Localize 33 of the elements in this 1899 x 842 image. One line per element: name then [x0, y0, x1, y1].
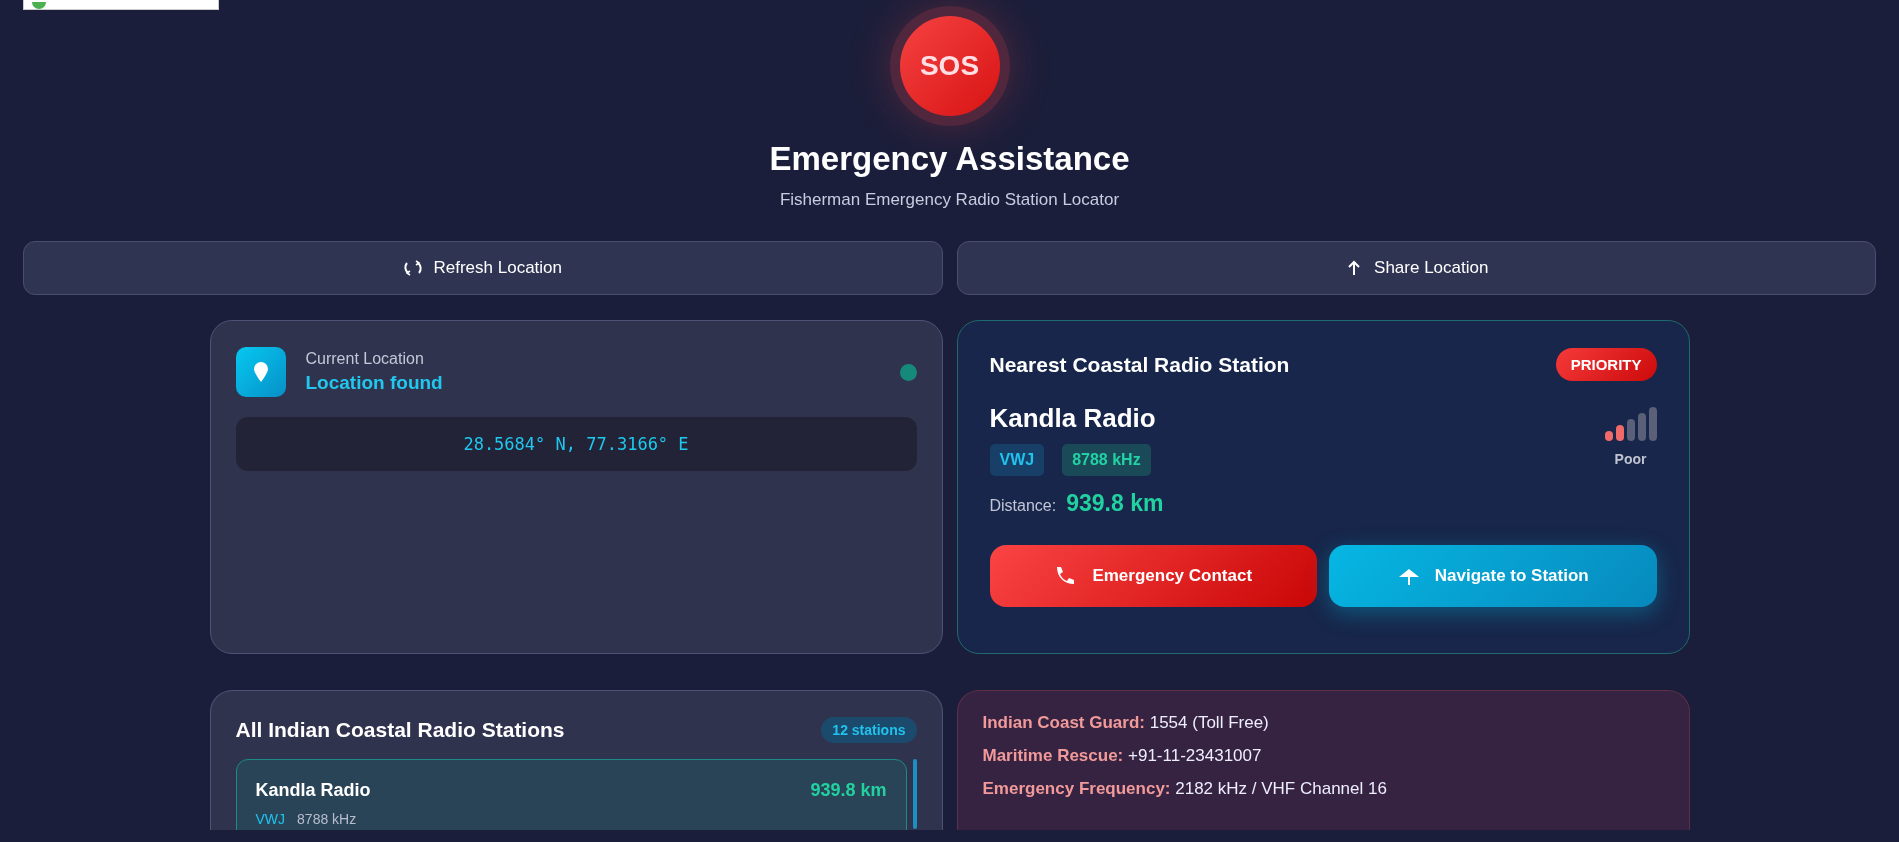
sos-button[interactable]: SOS — [899, 16, 1000, 116]
refresh-location-button[interactable]: Refresh Location — [23, 241, 943, 295]
page-title: Emergency Assistance — [769, 140, 1130, 178]
logo-icon — [32, 2, 46, 9]
station-frequency: 8788 kHz — [297, 811, 357, 827]
location-label: Current Location — [305, 350, 425, 368]
share-location-button[interactable]: Share Location — [956, 241, 1876, 295]
station-name: Kandla Radio — [989, 403, 1157, 434]
location-status: Location found — [305, 372, 444, 394]
refresh-icon — [403, 258, 424, 278]
station-count-badge: 12 stations — [821, 717, 917, 743]
station-item[interactable]: Kandla Radio 939.8 km VWJ 8788 kHz — [235, 759, 907, 830]
contact-line: Indian Coast Guard: 1554 (Toll Free) — [982, 713, 1270, 733]
status-dot — [899, 363, 917, 381]
frequency-tag: 8788 kHz — [1062, 444, 1151, 476]
location-pin-icon — [235, 347, 286, 397]
priority-badge: PRIORITY — [1555, 348, 1657, 381]
coordinates-text: 28.5684° N, 77.3166° E — [463, 434, 689, 454]
stations-title: All Indian Coastal Radio Stations — [235, 718, 565, 742]
emergency-contact-button[interactable]: Emergency Contact — [989, 545, 1317, 607]
signal-bars-icon — [1604, 407, 1657, 441]
signal-label: Poor — [1614, 451, 1647, 467]
call-sign-tag: VWJ — [989, 444, 1045, 476]
distance-value: 939.8 km — [1066, 490, 1164, 517]
distance-label: Distance: — [989, 497, 1057, 515]
scrollbar[interactable] — [912, 759, 917, 829]
card-heading: Nearest Coastal Radio Station — [989, 352, 1290, 377]
station-distance: 939.8 km — [810, 780, 887, 801]
contact-line: Emergency Frequency: 2182 kHz / VHF Channel 16 — [982, 779, 1388, 799]
station-call-sign: VWJ — [255, 811, 286, 827]
contact-line: Maritime Rescue: +91-11-23431007 — [982, 746, 1263, 766]
page-subtitle: Fisherman Emergency Radio Station Locator — [779, 190, 1120, 210]
station-name: Kandla Radio — [255, 780, 371, 801]
